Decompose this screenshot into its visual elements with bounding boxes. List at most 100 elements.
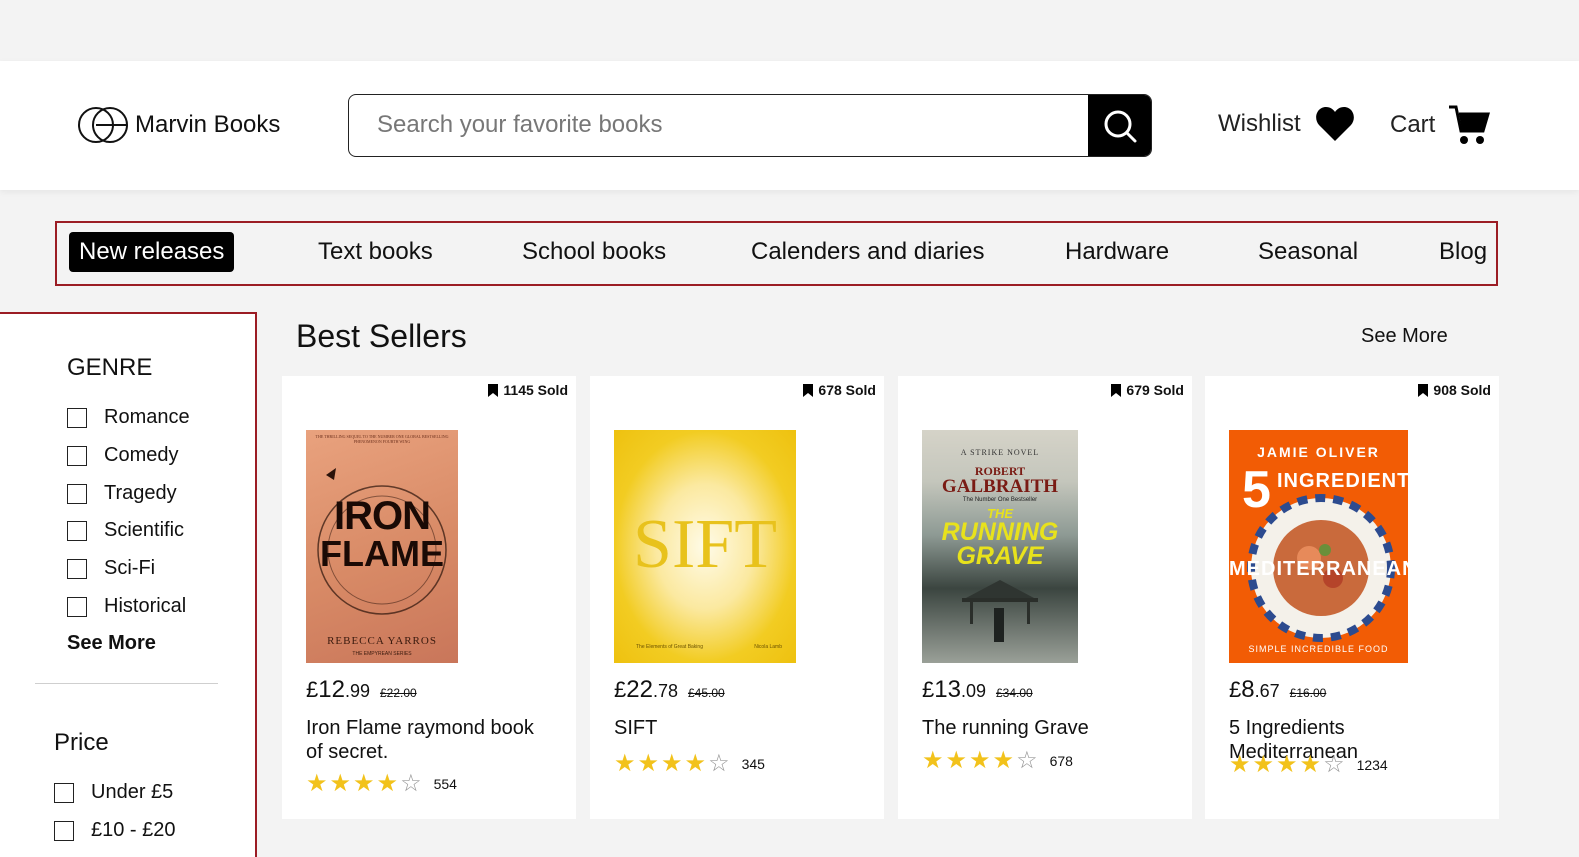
product-card[interactable]: 1145 Sold THE THRILLING SEQUEL TO THE NU… xyxy=(282,376,576,819)
divider xyxy=(35,683,218,684)
price-title: Price xyxy=(54,729,109,756)
checkbox[interactable] xyxy=(67,445,87,466)
cover-title-word: INGREDIENTS xyxy=(1277,470,1408,492)
original-price: £34.00 xyxy=(995,686,1033,700)
current-price: £12.99 xyxy=(306,676,370,703)
checkbox-label: £10 - £20 xyxy=(91,819,176,841)
search-icon xyxy=(1104,110,1136,142)
checkbox[interactable] xyxy=(67,520,87,541)
nav-calenders-diaries[interactable]: Calenders and diaries xyxy=(751,232,984,272)
best-sellers-see-more-link[interactable]: See More xyxy=(1361,325,1448,348)
checkbox-label: Historical xyxy=(104,595,187,617)
star-outline-icon: ☆ xyxy=(400,770,422,797)
search-input[interactable] xyxy=(349,95,1089,155)
nav-school-books[interactable]: School books xyxy=(522,232,666,272)
sold-badge: 1145 Sold xyxy=(488,382,568,398)
cover-subtitle: The Elements of Great Baking xyxy=(636,644,703,650)
checkbox-label: Under £5 xyxy=(91,781,174,803)
genre-historical[interactable]: Historical xyxy=(67,595,186,618)
sold-badge: 908 Sold xyxy=(1418,382,1491,398)
rating-count: 678 xyxy=(1049,753,1073,769)
heart-icon xyxy=(1315,107,1354,141)
sold-badge: 678 Sold xyxy=(803,382,876,398)
original-price: £45.00 xyxy=(687,686,725,700)
checkbox[interactable] xyxy=(67,558,87,579)
book-cover-image[interactable]: JAMIE OLIVER 5 INGREDIENTS MEDITERRANEAN… xyxy=(1229,430,1408,663)
book-cover-image[interactable]: A STRIKE NOVEL ROBERT GALBRAITH The Numb… xyxy=(922,430,1078,663)
star-outline-icon: ☆ xyxy=(1323,751,1345,778)
star-icon: ★ xyxy=(1299,751,1322,778)
original-price: £16.00 xyxy=(1289,686,1327,700)
genre-see-more-link[interactable]: See More xyxy=(67,632,156,655)
book-cover-image[interactable]: THE THRILLING SEQUEL TO THE NUMBER ONE G… xyxy=(306,430,458,663)
checkbox[interactable] xyxy=(54,820,74,841)
nav-hardware[interactable]: Hardware xyxy=(1065,232,1169,272)
cover-tagline: SIMPLE INCREDIBLE FOOD xyxy=(1248,644,1389,654)
cover-author: REBECCA YARROS xyxy=(327,635,437,647)
cart-link[interactable]: Cart xyxy=(1390,103,1491,147)
logo[interactable]: Marvin Books xyxy=(77,106,280,144)
book-cover-image[interactable]: SIFT The Elements of Great Baking Nicola… xyxy=(614,430,796,663)
star-outline-icon: ☆ xyxy=(708,750,730,777)
bookmark-icon xyxy=(1418,383,1429,397)
nav-blog[interactable]: Blog xyxy=(1439,232,1487,272)
sold-count: 908 Sold xyxy=(1433,382,1491,398)
product-title[interactable]: Iron Flame raymond book of secret. xyxy=(306,716,556,764)
rating-count: 345 xyxy=(741,756,765,772)
sold-badge: 679 Sold xyxy=(1111,382,1184,398)
search-button[interactable] xyxy=(1088,95,1151,156)
star-rating: ★ ★ ★ ★ ☆ 345 xyxy=(614,752,765,776)
genre-comedy[interactable]: Comedy xyxy=(67,444,178,467)
price-10-20[interactable]: £10 - £20 xyxy=(54,819,176,842)
checkbox[interactable] xyxy=(67,596,87,617)
sold-count: 678 Sold xyxy=(818,382,876,398)
star-icon: ★ xyxy=(922,747,944,774)
price-under-5[interactable]: Under £5 xyxy=(54,781,173,804)
sold-count: 679 Sold xyxy=(1126,382,1184,398)
genre-scifi[interactable]: Sci-Fi xyxy=(67,557,155,580)
original-price: £22.00 xyxy=(379,686,417,700)
cover-title-line1: IRON xyxy=(334,494,431,538)
product-title[interactable]: SIFT xyxy=(614,716,864,740)
checkbox-label: Tragedy xyxy=(104,482,177,504)
checkbox[interactable] xyxy=(67,407,87,428)
star-rating: ★ ★ ★ ★ ☆ 554 xyxy=(306,772,457,796)
product-card[interactable]: 908 Sold JAMIE OLIVER 5 INGREDIENTS MEDI… xyxy=(1205,376,1499,819)
rating-count: 554 xyxy=(433,776,457,792)
genre-romance[interactable]: Romance xyxy=(67,406,190,429)
logo-icon xyxy=(78,107,128,143)
nav-text-books[interactable]: Text books xyxy=(318,232,433,272)
cover-subtitle: MEDITERRANEAN xyxy=(1229,558,1408,580)
star-icon: ★ xyxy=(1229,751,1251,778)
price: £22.78 £45.00 xyxy=(614,676,725,704)
category-nav: New releases Text books School books Cal… xyxy=(55,221,1498,286)
star-icon: ★ xyxy=(376,770,399,797)
star-icon: ★ xyxy=(1276,751,1298,778)
nav-seasonal[interactable]: Seasonal xyxy=(1258,232,1358,272)
wishlist-link[interactable]: Wishlist xyxy=(1218,106,1355,142)
price: £12.99 £22.00 xyxy=(306,676,417,704)
product-card[interactable]: 679 Sold A STRIKE NOVEL ROBERT GALBRAITH… xyxy=(898,376,1192,819)
cover-author: Nicola Lamb xyxy=(754,644,782,650)
sold-count: 1145 Sold xyxy=(503,382,568,398)
star-icon: ★ xyxy=(945,747,968,774)
product-title[interactable]: The running Grave xyxy=(922,716,1172,740)
nav-new-releases[interactable]: New releases xyxy=(69,232,235,272)
star-icon: ★ xyxy=(1252,751,1275,778)
star-icon: ★ xyxy=(614,750,636,777)
checkbox-label: Sci-Fi xyxy=(104,557,156,579)
star-rating: ★ ★ ★ ★ ☆ 1234 xyxy=(1229,753,1388,777)
current-price: £22.78 xyxy=(614,676,678,703)
site-header: Marvin Books Wishlist Cart xyxy=(0,61,1579,190)
star-icon: ★ xyxy=(329,770,352,797)
price: £13.09 £34.00 xyxy=(922,676,1033,704)
genre-tragedy[interactable]: Tragedy xyxy=(67,482,177,505)
logo-text: Marvin Books xyxy=(135,111,281,138)
star-icon: ★ xyxy=(969,747,991,774)
genre-scientific[interactable]: Scientific xyxy=(67,519,184,542)
cover-title: SIFT xyxy=(633,506,777,583)
checkbox[interactable] xyxy=(67,483,87,504)
product-card[interactable]: 678 Sold SIFT The Elements of Great Baki… xyxy=(590,376,884,819)
checkbox[interactable] xyxy=(54,782,74,803)
cover-number: 5 xyxy=(1242,461,1271,519)
